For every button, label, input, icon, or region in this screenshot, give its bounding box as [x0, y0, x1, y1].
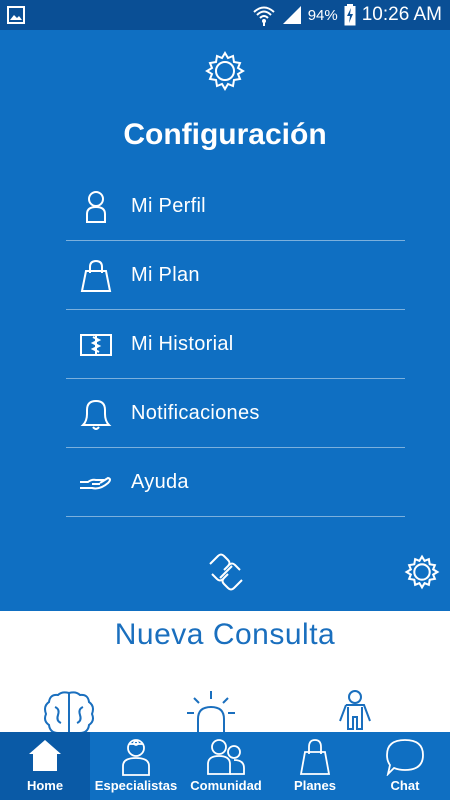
section-title: Nueva Consulta — [114, 618, 336, 651]
menu-item-mi-perfil[interactable]: Mi Perfil — [66, 172, 405, 241]
bag-icon — [299, 739, 331, 775]
menu-item-mi-historial[interactable]: Mi Historial — [66, 310, 405, 379]
helping-hand-icon — [78, 466, 114, 500]
emergency-light-icon[interactable] — [184, 689, 238, 732]
nav-label: Especialistas — [94, 778, 178, 793]
book-icon — [78, 328, 114, 362]
menu-item-label: Mi Perfil — [131, 195, 206, 217]
menu-item-notificaciones[interactable]: Notificaciones — [66, 379, 405, 448]
nav-home[interactable]: Home — [0, 732, 90, 800]
chat-bubble-icon — [386, 739, 424, 776]
battery-charging-icon — [344, 4, 356, 26]
home-icon — [29, 740, 61, 771]
settings-menu: Mi Perfil Mi Plan Mi Historial Notificac… — [66, 172, 405, 517]
new-consultation-section: Nueva Consulta — [0, 611, 450, 732]
menu-item-ayuda[interactable]: Ayuda — [66, 448, 405, 517]
settings-gear-icon[interactable] — [404, 554, 440, 590]
nav-planes[interactable]: Planes — [270, 732, 360, 800]
page-title: Configuración — [123, 118, 327, 151]
person-icon — [78, 190, 114, 224]
status-bar: 94% 10:26 AM — [0, 0, 450, 30]
nav-label: Home — [26, 778, 64, 793]
shopping-bag-icon — [78, 259, 114, 293]
nav-chat[interactable]: Chat — [360, 732, 450, 800]
link-icon[interactable] — [204, 550, 248, 594]
child-icon[interactable] — [328, 689, 382, 732]
battery-percent: 94% — [307, 6, 338, 24]
nav-comunidad[interactable]: Comunidad — [182, 732, 270, 800]
menu-item-label: Mi Historial — [131, 333, 234, 355]
nav-label: Planes — [294, 778, 336, 793]
nav-especialistas[interactable]: Especialistas — [90, 732, 182, 800]
image-icon — [6, 5, 26, 25]
menu-item-label: Mi Plan — [131, 264, 200, 286]
settings-panel: Configuración Mi Perfil Mi Plan Mi Histo… — [0, 30, 450, 611]
bell-icon — [78, 397, 114, 431]
bottom-navigation: Home Especialistas Comunidad Planes Chat — [0, 732, 450, 800]
doctor-icon — [122, 739, 150, 776]
clock: 10:26 AM — [361, 4, 442, 25]
brain-icon[interactable] — [42, 689, 96, 732]
community-icon — [207, 739, 245, 775]
nav-label: Chat — [390, 778, 420, 793]
nav-label: Comunidad — [190, 778, 262, 793]
menu-item-label: Notificaciones — [131, 402, 260, 424]
gear-icon — [204, 50, 246, 92]
menu-item-label: Ayuda — [131, 471, 189, 493]
wifi-icon — [252, 4, 276, 26]
signal-icon — [282, 5, 302, 25]
menu-item-mi-plan[interactable]: Mi Plan — [66, 241, 405, 310]
